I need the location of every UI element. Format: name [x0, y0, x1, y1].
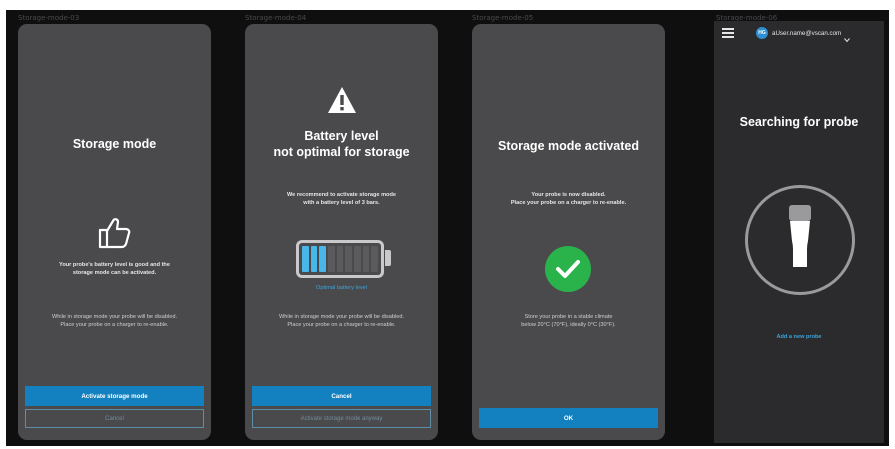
probe-disabled-message: Your probe is now disabled. Place your p… [510, 192, 627, 206]
storage-mode-note: While in storage mode your probe will be… [279, 314, 404, 328]
recommendation-message: We recommend to activate storage mode wi… [286, 192, 396, 206]
cancel-button[interactable]: Cancel [25, 409, 204, 428]
battery-tip [385, 250, 391, 266]
battery-good-message: Your probe's battery level is good and t… [59, 262, 170, 276]
user-email[interactable]: aUser.name@vscan.com [772, 30, 841, 37]
screen-searching-for-probe: HG aUser.name@vscan.com Searching for pr… [714, 21, 884, 443]
battery-bar [371, 246, 379, 272]
ok-button[interactable]: OK [479, 408, 658, 428]
activate-anyway-button[interactable]: Activate storage mode anyway [252, 409, 431, 428]
check-circle-icon [545, 246, 591, 292]
app-header: HG aUser.name@vscan.com [714, 21, 884, 45]
frame-label: Storage-mode-05 [472, 14, 534, 22]
screen-title: Searching for probe [739, 115, 859, 129]
battery-bar [362, 246, 370, 272]
thumbs-up-icon [94, 212, 134, 252]
avatar[interactable]: HG [756, 27, 768, 39]
storage-climate-note: Store your probe in a stable climate bel… [521, 314, 616, 328]
battery-bar [302, 246, 309, 272]
battery-bar [319, 246, 327, 272]
battery-bar [354, 246, 361, 272]
screen-storage-mode-activated: Storage mode activated Your probe is now… [472, 24, 665, 440]
chevron-down-icon[interactable] [844, 30, 851, 43]
battery-bar [336, 246, 344, 272]
screen-title: Battery level not optimal for storage [273, 129, 410, 159]
hamburger-menu-icon[interactable] [722, 28, 734, 38]
warning-icon [327, 86, 357, 114]
battery-bar [345, 246, 353, 272]
screen-title: Storage mode activated [497, 139, 639, 153]
screen-battery-not-optimal: Battery level not optimal for storage We… [245, 24, 438, 440]
frame-label: Storage-mode-03 [18, 14, 80, 22]
optimal-battery-caption: Optimal battery level [316, 285, 367, 291]
battery-bar [310, 246, 318, 272]
frame-label: Storage-mode-04 [245, 14, 307, 22]
add-new-probe-link[interactable]: Add a new probe [714, 334, 884, 340]
battery-level-icon [296, 240, 384, 278]
probe-icon [788, 205, 812, 269]
battery-bar [328, 246, 335, 272]
cancel-button[interactable]: Cancel [252, 386, 431, 406]
screen-title: Storage mode [72, 137, 157, 151]
storage-mode-note: While in storage mode your probe will be… [52, 314, 177, 328]
screen-storage-mode: Storage mode Your probe's battery level … [18, 24, 211, 440]
activate-storage-mode-button[interactable]: Activate storage mode [25, 386, 204, 406]
